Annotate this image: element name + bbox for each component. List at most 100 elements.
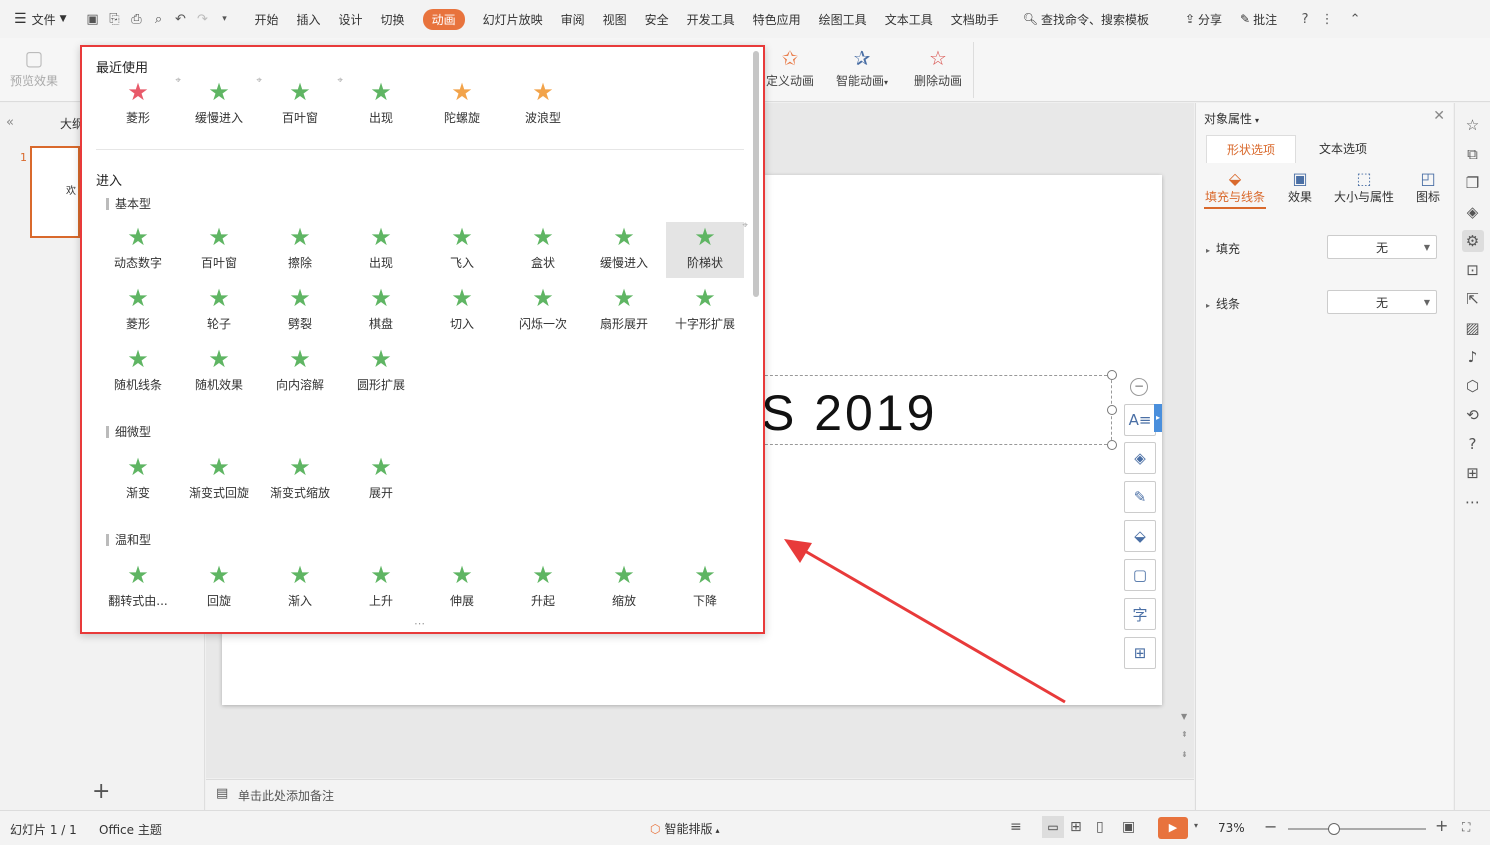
animation-effect-moderate-4[interactable]: ★ 伸展 xyxy=(423,560,501,616)
gallery-scrollbar[interactable] xyxy=(753,51,759,297)
image-tool-icon[interactable]: ▨ xyxy=(1462,317,1484,339)
text-style-icon[interactable]: 字 xyxy=(1124,598,1156,630)
animation-effect-moderate-6[interactable]: ★ 缩放 xyxy=(585,560,663,616)
more-icon[interactable]: ⋮ xyxy=(1316,0,1338,38)
tab-8[interactable]: 安全 xyxy=(636,0,678,38)
animation-effect-recent-2[interactable]: ★ 百叶窗 ⌖ xyxy=(261,75,343,133)
preview-button[interactable]: ▢ 预览效果 xyxy=(10,44,58,89)
print-preview-icon[interactable]: ⌕ xyxy=(148,0,170,38)
style-tool-icon[interactable]: ◈ xyxy=(1462,201,1484,223)
resize-handle[interactable] xyxy=(1107,405,1117,415)
subtab-fill-line[interactable]: ⬙ 填充与线条 xyxy=(1204,169,1266,209)
add-slide-button[interactable]: + xyxy=(92,779,110,804)
save-icon[interactable]: ▣ xyxy=(82,0,104,38)
picture-tool-icon[interactable]: ⊡ xyxy=(1462,259,1484,281)
prev-slide-icon[interactable]: ⇞ xyxy=(1181,730,1188,739)
tab-3[interactable]: 切换 xyxy=(372,0,414,38)
resize-handle[interactable] xyxy=(1107,440,1117,450)
zoom-thumb[interactable] xyxy=(1328,823,1340,835)
animation-effect-basic-15[interactable]: ★ 十字形扩展 xyxy=(666,283,744,339)
format-painter-icon[interactable]: ⎘ xyxy=(104,0,126,38)
subtab-size-props[interactable]: ⬚ 大小与属性 xyxy=(1332,169,1396,205)
animation-effect-basic-18[interactable]: ★ 向内溶解 xyxy=(261,344,339,400)
tab-6[interactable]: 审阅 xyxy=(552,0,594,38)
gallery-resize-handle[interactable]: ⋯ xyxy=(414,617,425,630)
collapse-ribbon-icon[interactable]: ⌃ xyxy=(1344,0,1366,38)
tab-text-options[interactable]: 文本选项 xyxy=(1296,135,1390,163)
clone-tool-icon[interactable]: ❐ xyxy=(1462,172,1484,194)
animation-effect-subtle-3[interactable]: ★ 展开 xyxy=(342,452,420,508)
animation-effect-basic-16[interactable]: ★ 随机线条 xyxy=(99,344,177,400)
animation-effect-basic-3[interactable]: ★ 出现 xyxy=(342,222,420,278)
collapse-panel-icon[interactable]: « xyxy=(6,115,14,130)
scroll-down-icon[interactable]: ▼ xyxy=(1181,712,1187,721)
tab-12[interactable]: 文本工具 xyxy=(876,0,942,38)
text-wrap-icon[interactable]: A≡ xyxy=(1124,404,1156,436)
play-button[interactable]: ▶ xyxy=(1158,817,1188,839)
animation-effect-recent-0[interactable]: ★ 菱形 ⌖ xyxy=(99,75,181,133)
animation-effect-subtle-0[interactable]: ★ 渐变 xyxy=(99,452,177,508)
title-textbox[interactable]: S 2019 xyxy=(740,370,1117,450)
animation-effect-basic-2[interactable]: ★ 擦除 xyxy=(261,222,339,278)
animation-effect-basic-13[interactable]: ★ 闪烁一次 xyxy=(504,283,582,339)
print-icon[interactable]: ⎙ xyxy=(126,0,148,38)
tab-11[interactable]: 绘图工具 xyxy=(810,0,876,38)
border-icon[interactable]: ▢ xyxy=(1124,559,1156,591)
animation-effect-moderate-2[interactable]: ★ 渐入 xyxy=(261,560,339,616)
customize-quickbar-icon[interactable]: ▾ xyxy=(214,0,236,38)
smart-animation-button[interactable]: ✰ 智能动画▾ xyxy=(836,44,888,89)
shapes-tool-icon[interactable]: ⧉ xyxy=(1462,143,1484,165)
zoom-in-icon[interactable]: + xyxy=(1435,816,1448,835)
animation-effect-basic-12[interactable]: ★ 切入 xyxy=(423,283,501,339)
zoom-out-icon[interactable]: − xyxy=(1264,817,1277,836)
fit-window-icon[interactable]: ⛶ xyxy=(1462,820,1470,835)
animation-effect-basic-4[interactable]: ★ 飞入 xyxy=(423,222,501,278)
animation-effect-recent-4[interactable]: ★ 陀螺旋 xyxy=(423,77,501,133)
slide-thumbnail[interactable]: 欢 xyxy=(30,146,80,238)
sorter-view-icon[interactable]: ⊞ xyxy=(1070,819,1082,835)
animation-effect-recent-1[interactable]: ★ 缓慢进入 ⌖ xyxy=(180,75,262,133)
search-command[interactable]: 🔍︎ 查找命令、搜索模板 xyxy=(1014,0,1158,38)
redo-icon[interactable]: ↷ xyxy=(192,0,214,38)
line-section[interactable]: ▸ 线条 xyxy=(1206,295,1240,312)
animation-effect-basic-9[interactable]: ★ 轮子 xyxy=(180,283,258,339)
fill-icon[interactable]: ⬙ xyxy=(1124,520,1156,552)
tab-0[interactable]: 开始 xyxy=(246,0,288,38)
tab-7[interactable]: 视图 xyxy=(594,0,636,38)
tab-5[interactable]: 幻灯片放映 xyxy=(474,0,552,38)
zoom-slider[interactable] xyxy=(1288,823,1426,835)
history-tool-icon[interactable]: ⟲ xyxy=(1462,404,1484,426)
undo-icon[interactable]: ↶ xyxy=(170,0,192,38)
tab-4[interactable]: 动画 xyxy=(414,0,474,38)
expand-arrow-icon[interactable]: ▸ xyxy=(1154,404,1162,432)
animation-effect-moderate-1[interactable]: ★ 回旋 xyxy=(180,560,258,616)
close-icon[interactable]: ✕ xyxy=(1433,108,1445,124)
presenter-view-icon[interactable]: ▣ xyxy=(1122,819,1135,835)
pane-title[interactable]: 对象属性 ▾ xyxy=(1204,110,1259,127)
animation-effect-subtle-2[interactable]: ★ 渐变式缩放 xyxy=(261,452,339,508)
pen-icon[interactable]: ✎ xyxy=(1124,481,1156,513)
play-options-icon[interactable]: ▾ xyxy=(1194,821,1198,830)
tab-13[interactable]: 文档助手 xyxy=(942,0,1008,38)
animation-effect-moderate-5[interactable]: ★ 升起 xyxy=(504,560,582,616)
custom-animation-button[interactable]: ✩ 定义动画 xyxy=(766,44,814,89)
resize-handle[interactable] xyxy=(1107,370,1117,380)
delete-animation-button[interactable]: ☆ 删除动画 xyxy=(914,44,962,89)
more-tools-icon[interactable]: ⋯ xyxy=(1462,491,1484,513)
share-button[interactable]: ⇪ 分享 xyxy=(1176,0,1231,38)
theme-name[interactable]: Office 主题 xyxy=(99,821,162,838)
tab-2[interactable]: 设计 xyxy=(330,0,372,38)
subtab-icon[interactable]: ◰ 图标 xyxy=(1408,169,1448,205)
tab-1[interactable]: 插入 xyxy=(288,0,330,38)
fill-select[interactable]: 无 ▼ xyxy=(1327,235,1437,259)
export-tool-icon[interactable]: ⇱ xyxy=(1462,288,1484,310)
pin-icon[interactable]: ⌖ xyxy=(742,220,748,231)
help-icon[interactable]: ? xyxy=(1294,0,1316,38)
normal-view-icon[interactable]: ▭ xyxy=(1042,816,1064,838)
star-tool-icon[interactable]: ☆ xyxy=(1462,114,1484,136)
animation-effect-basic-17[interactable]: ★ 随机效果 xyxy=(180,344,258,400)
animation-effect-moderate-7[interactable]: ★ 下降 xyxy=(666,560,744,616)
animation-effect-basic-8[interactable]: ★ 菱形 xyxy=(99,283,177,339)
notes-toggle-icon[interactable]: ≡ xyxy=(1010,819,1022,835)
subtab-effect[interactable]: ▣ 效果 xyxy=(1280,169,1320,205)
